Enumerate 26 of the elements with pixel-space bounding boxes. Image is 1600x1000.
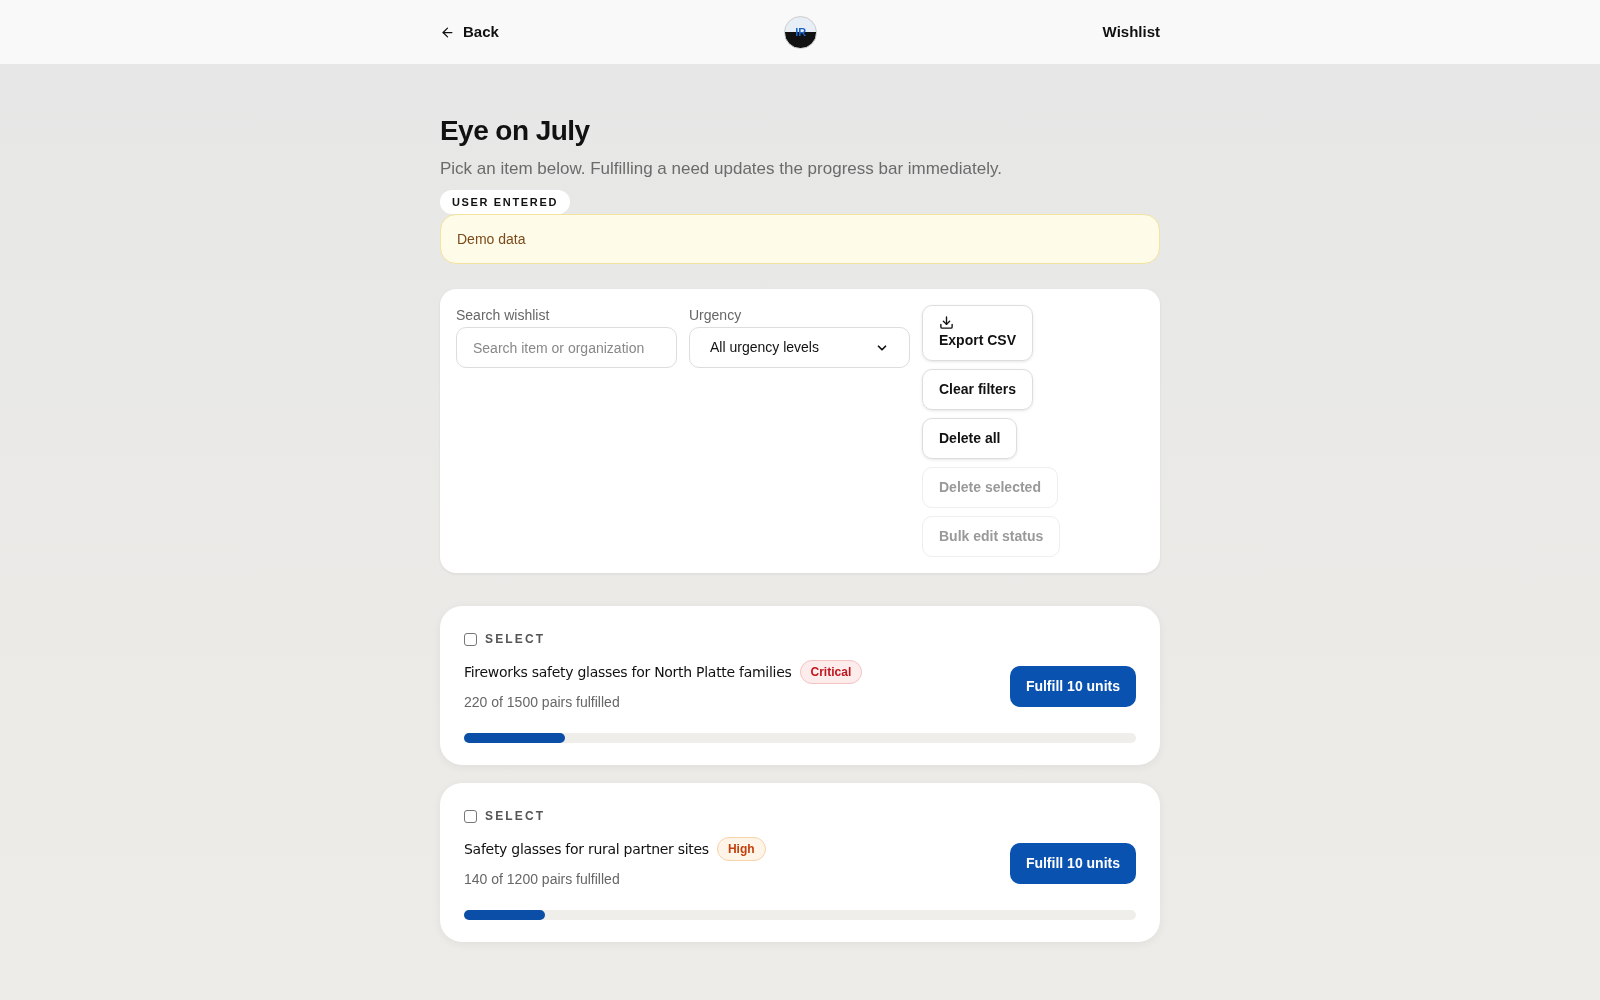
urgency-select[interactable]: All urgency levels xyxy=(689,327,910,368)
action-button[interactable]: Clear filters xyxy=(922,369,1034,410)
search-field[interactable]: Search item or organization xyxy=(456,327,677,368)
page-title: Eye on July xyxy=(440,114,591,148)
progress-text: 140 of 1200 pairs fulfilled xyxy=(464,870,621,889)
progress-text: 220 of 1500 pairs fulfilled xyxy=(464,693,621,712)
action-button[interactable]: Export CSV xyxy=(922,305,1033,361)
select-checkbox[interactable] xyxy=(464,809,477,823)
urgency-badge: High xyxy=(716,837,766,861)
fulfill-button[interactable]: Fulfill 10 units xyxy=(1009,843,1136,884)
source-badge: USER ENTERED xyxy=(440,189,570,214)
fulfill-button[interactable]: Fulfill 10 units xyxy=(1009,666,1136,707)
search-label: Search wishlist xyxy=(456,306,551,325)
notice-text: Demo data xyxy=(457,231,526,247)
select-label: SELECT xyxy=(485,808,546,825)
action-button[interactable]: Delete all xyxy=(922,418,1018,459)
urgency-badge: Critical xyxy=(799,660,863,684)
wishlist-link[interactable]: Wishlist xyxy=(1102,20,1160,44)
back-link[interactable]: Back xyxy=(440,20,499,44)
select-label: SELECT xyxy=(485,631,546,648)
urgency-label: Urgency xyxy=(689,306,743,325)
item-name: Fireworks safety glasses for North Platte families xyxy=(464,662,792,682)
select-checkbox[interactable] xyxy=(464,632,477,646)
download-icon xyxy=(939,315,954,330)
item-name: Safety glasses for rural partner sites xyxy=(464,839,709,859)
page-subtitle: Pick an item below. Fulfilling a need updates the progress bar immediately. xyxy=(440,158,1003,180)
